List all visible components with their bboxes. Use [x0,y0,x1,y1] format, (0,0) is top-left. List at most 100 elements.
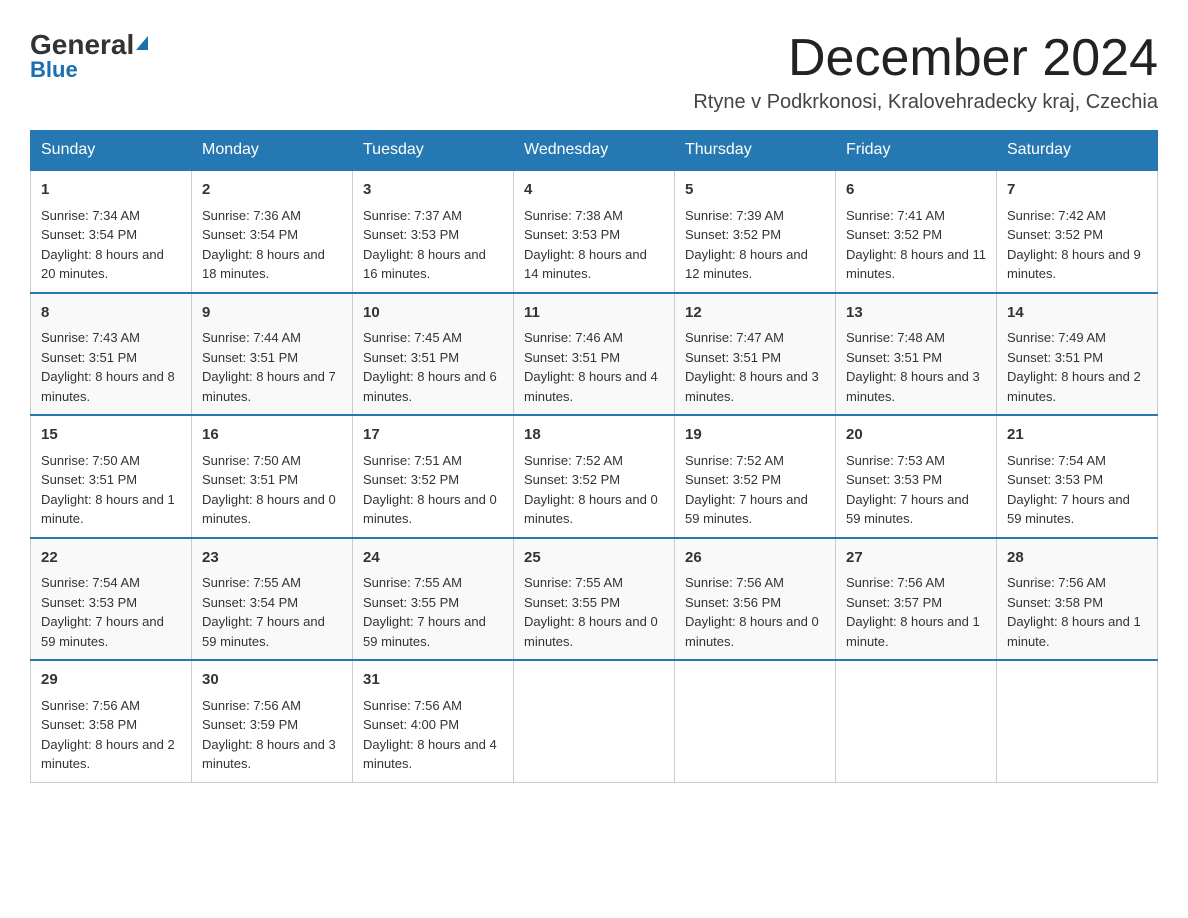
day-info: Sunrise: 7:44 AMSunset: 3:51 PMDaylight:… [202,328,342,406]
day-info: Sunrise: 7:51 AMSunset: 3:52 PMDaylight:… [363,451,503,529]
day-number: 16 [202,424,342,447]
calendar-day-cell: 4Sunrise: 7:38 AMSunset: 3:53 PMDaylight… [514,170,675,293]
day-number: 23 [202,547,342,570]
calendar-day-cell: 13 Sunrise: 7:48 AMSunset: 3:51 PMDayligh… [836,293,997,416]
day-info: Sunrise: 7:50 AMSunset: 3:51 PMDaylight:… [41,451,181,529]
calendar-day-cell: 5 Sunrise: 7:39 AMSunset: 3:52 PMDaylight… [675,170,836,293]
header-wednesday: Wednesday [514,131,675,171]
calendar-week-row: 29 Sunrise: 7:56 AMSunset: 3:58 PMDayligh… [31,660,1158,782]
calendar-day-cell [514,660,675,782]
day-info: Sunrise: 7:56 AMSunset: 3:58 PMDaylight:… [41,696,181,774]
calendar-day-cell: 14 Sunrise: 7:49 AMSunset: 3:51 PMDayligh… [997,293,1158,416]
day-info: Sunrise: 7:37 AMSunset: 3:53 PMDaylight:… [363,206,503,284]
day-info: Sunrise: 7:34 AMSunset: 3:54 PMDaylight:… [41,206,181,284]
day-info: Sunrise: 7:47 AMSunset: 3:51 PMDaylight:… [685,328,825,406]
day-number: 10 [363,302,503,325]
calendar-day-cell: 23Sunrise: 7:55 AMSunset: 3:54 PMDayligh… [192,538,353,661]
day-number: 28 [1007,547,1147,570]
calendar-day-cell: 1 Sunrise: 7:34 AMSunset: 3:54 PMDaylight… [31,170,192,293]
header-friday: Friday [836,131,997,171]
day-info: Sunrise: 7:56 AMSunset: 3:57 PMDaylight:… [846,573,986,651]
day-info: Sunrise: 7:54 AMSunset: 3:53 PMDaylight:… [1007,451,1147,529]
day-number: 19 [685,424,825,447]
calendar-week-row: 15 Sunrise: 7:50 AMSunset: 3:51 PMDayligh… [31,415,1158,538]
day-info: Sunrise: 7:52 AMSunset: 3:52 PMDaylight:… [685,451,825,529]
day-number: 5 [685,179,825,202]
month-title: December 2024 [693,30,1158,87]
calendar-day-cell: 20 Sunrise: 7:53 AMSunset: 3:53 PMDayligh… [836,415,997,538]
day-number: 26 [685,547,825,570]
header-tuesday: Tuesday [353,131,514,171]
day-number: 17 [363,424,503,447]
calendar-day-cell: 17 Sunrise: 7:51 AMSunset: 3:52 PMDayligh… [353,415,514,538]
calendar-day-cell: 28 Sunrise: 7:56 AMSunset: 3:58 PMDayligh… [997,538,1158,661]
day-number: 11 [524,302,664,325]
header-sunday: Sunday [31,131,192,171]
calendar-day-cell [675,660,836,782]
calendar-day-cell: 19 Sunrise: 7:52 AMSunset: 3:52 PMDayligh… [675,415,836,538]
day-number: 15 [41,424,181,447]
logo: General Blue [30,30,148,83]
day-number: 3 [363,179,503,202]
day-number: 30 [202,669,342,692]
logo-blue-label: Blue [30,57,78,83]
header-saturday: Saturday [997,131,1158,171]
calendar-day-cell: 22Sunrise: 7:54 AMSunset: 3:53 PMDayligh… [31,538,192,661]
title-area: December 2024 Rtyne v Podkrkonosi, Kralo… [693,30,1158,114]
day-info: Sunrise: 7:48 AMSunset: 3:51 PMDaylight:… [846,328,986,406]
day-number: 9 [202,302,342,325]
calendar-day-cell: 3 Sunrise: 7:37 AMSunset: 3:53 PMDaylight… [353,170,514,293]
day-number: 21 [1007,424,1147,447]
calendar-day-cell: 29 Sunrise: 7:56 AMSunset: 3:58 PMDayligh… [31,660,192,782]
logo-triangle-icon [136,36,148,50]
calendar-day-cell: 8Sunrise: 7:43 AMSunset: 3:51 PMDaylight… [31,293,192,416]
day-number: 14 [1007,302,1147,325]
calendar-day-cell: 26Sunrise: 7:56 AMSunset: 3:56 PMDayligh… [675,538,836,661]
day-info: Sunrise: 7:41 AMSunset: 3:52 PMDaylight:… [846,206,986,284]
day-number: 31 [363,669,503,692]
day-number: 20 [846,424,986,447]
calendar-day-cell [997,660,1158,782]
day-info: Sunrise: 7:45 AMSunset: 3:51 PMDaylight:… [363,328,503,406]
calendar-day-cell: 12Sunrise: 7:47 AMSunset: 3:51 PMDayligh… [675,293,836,416]
day-number: 22 [41,547,181,570]
calendar-day-cell: 15 Sunrise: 7:50 AMSunset: 3:51 PMDayligh… [31,415,192,538]
day-info: Sunrise: 7:56 AMSunset: 4:00 PMDaylight:… [363,696,503,774]
day-number: 7 [1007,179,1147,202]
calendar-day-cell: 11 Sunrise: 7:46 AMSunset: 3:51 PMDayligh… [514,293,675,416]
calendar-day-cell: 25Sunrise: 7:55 AMSunset: 3:55 PMDayligh… [514,538,675,661]
weekday-header-row: Sunday Monday Tuesday Wednesday Thursday… [31,131,1158,171]
day-info: Sunrise: 7:55 AMSunset: 3:55 PMDaylight:… [524,573,664,651]
calendar-day-cell [836,660,997,782]
calendar-table: Sunday Monday Tuesday Wednesday Thursday… [30,130,1158,783]
day-number: 13 [846,302,986,325]
day-info: Sunrise: 7:53 AMSunset: 3:53 PMDaylight:… [846,451,986,529]
calendar-day-cell: 7Sunrise: 7:42 AMSunset: 3:52 PMDaylight… [997,170,1158,293]
calendar-day-cell: 27Sunrise: 7:56 AMSunset: 3:57 PMDayligh… [836,538,997,661]
day-number: 29 [41,669,181,692]
header-monday: Monday [192,131,353,171]
day-number: 2 [202,179,342,202]
calendar-day-cell: 21 Sunrise: 7:54 AMSunset: 3:53 PMDayligh… [997,415,1158,538]
location-title: Rtyne v Podkrkonosi, Kralovehradecky kra… [693,91,1158,114]
calendar-day-cell: 24Sunrise: 7:55 AMSunset: 3:55 PMDayligh… [353,538,514,661]
calendar-day-cell: 16 Sunrise: 7:50 AMSunset: 3:51 PMDayligh… [192,415,353,538]
day-info: Sunrise: 7:36 AMSunset: 3:54 PMDaylight:… [202,206,342,284]
day-info: Sunrise: 7:39 AMSunset: 3:52 PMDaylight:… [685,206,825,284]
day-number: 1 [41,179,181,202]
calendar-week-row: 1 Sunrise: 7:34 AMSunset: 3:54 PMDaylight… [31,170,1158,293]
day-info: Sunrise: 7:50 AMSunset: 3:51 PMDaylight:… [202,451,342,529]
calendar-day-cell: 30Sunrise: 7:56 AMSunset: 3:59 PMDayligh… [192,660,353,782]
day-info: Sunrise: 7:49 AMSunset: 3:51 PMDaylight:… [1007,328,1147,406]
calendar-day-cell: 10 Sunrise: 7:45 AMSunset: 3:51 PMDayligh… [353,293,514,416]
day-info: Sunrise: 7:56 AMSunset: 3:58 PMDaylight:… [1007,573,1147,651]
calendar-day-cell: 31 Sunrise: 7:56 AMSunset: 4:00 PMDayligh… [353,660,514,782]
calendar-day-cell: 9 Sunrise: 7:44 AMSunset: 3:51 PMDaylight… [192,293,353,416]
day-number: 4 [524,179,664,202]
page-header: General Blue December 2024 Rtyne v Podkr… [30,30,1158,114]
header-thursday: Thursday [675,131,836,171]
calendar-week-row: 8Sunrise: 7:43 AMSunset: 3:51 PMDaylight… [31,293,1158,416]
day-number: 18 [524,424,664,447]
calendar-day-cell: 6Sunrise: 7:41 AMSunset: 3:52 PMDaylight… [836,170,997,293]
day-info: Sunrise: 7:46 AMSunset: 3:51 PMDaylight:… [524,328,664,406]
